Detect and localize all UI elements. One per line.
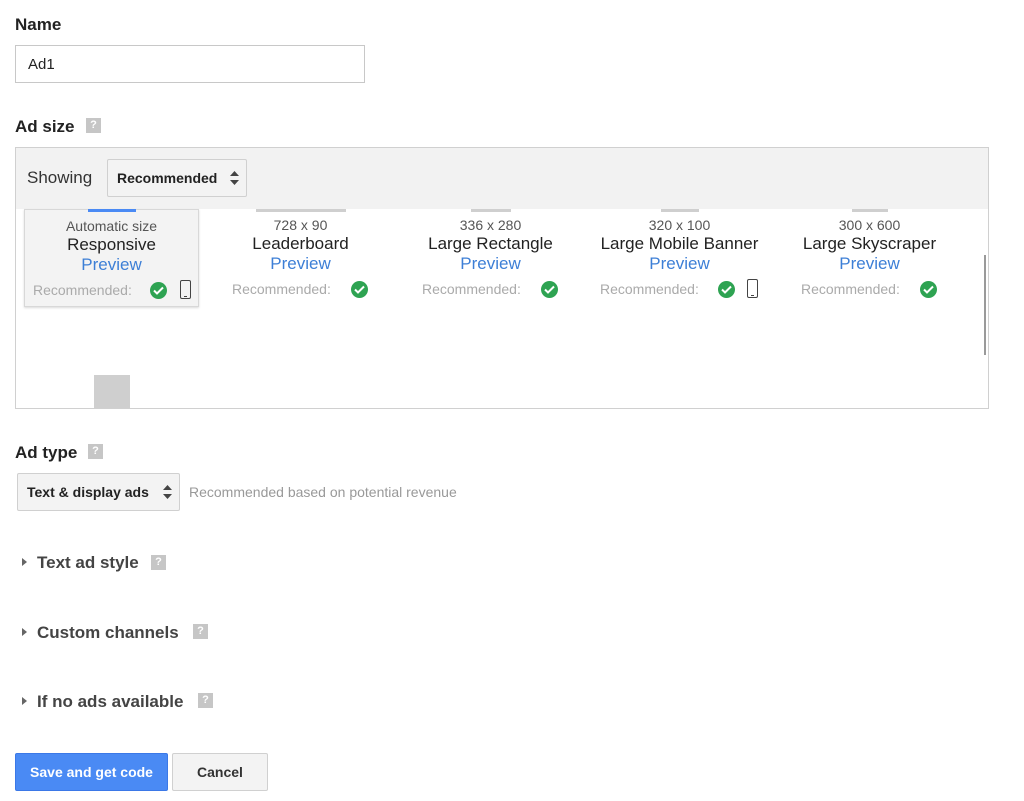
tile-recommended-row: Recommended: — [403, 279, 578, 301]
tile-name: Responsive — [67, 235, 156, 254]
tile-name: Leaderboard — [252, 234, 349, 253]
tile-dims: 320 x 100 — [648, 217, 711, 233]
tile-dims: Automatic size — [65, 218, 158, 234]
text-ad-style-toggle[interactable]: Text ad style — [22, 553, 139, 573]
recommended-label: Recommended: — [232, 281, 331, 297]
size-tile-responsive[interactable]: Automatic size Responsive Preview Recomm… — [24, 209, 199, 307]
text-ad-style-label: Text ad style — [37, 553, 139, 572]
cancel-button[interactable]: Cancel — [172, 753, 268, 791]
tile-dims: 336 x 280 — [459, 217, 522, 233]
check-icon — [541, 281, 558, 298]
tile-preview-link[interactable]: Preview — [25, 255, 198, 275]
size-tile-large-mobile-banner[interactable]: 320 x 100 Large Mobile Banner Preview Re… — [592, 209, 767, 307]
tile-recommended-row: Recommended: — [213, 279, 388, 301]
recommended-label: Recommended: — [801, 281, 900, 297]
ad-size-panel: Showing Recommended Automatic size Respo… — [15, 147, 989, 409]
select-arrows-icon — [163, 485, 172, 499]
showing-select-value: Recommended — [117, 170, 218, 186]
check-icon — [920, 281, 937, 298]
save-and-get-code-button[interactable]: Save and get code — [15, 753, 168, 791]
tile-indicator — [470, 209, 511, 212]
ad-size-help-icon[interactable]: ? — [86, 118, 101, 133]
recommended-label: Recommended: — [422, 281, 521, 297]
size-tile-large-skyscraper[interactable]: 300 x 600 Large Skyscraper Preview Recom… — [782, 209, 957, 307]
tile-indicator — [87, 209, 136, 212]
text-ad-style-help-icon[interactable]: ? — [151, 555, 166, 570]
ad-type-help-icon[interactable]: ? — [88, 444, 103, 459]
tiles-scrollbar[interactable] — [984, 255, 986, 355]
name-label: Name — [15, 15, 62, 34]
size-preview-placeholder — [94, 375, 130, 408]
check-icon — [718, 281, 735, 298]
if-no-ads-toggle[interactable]: If no ads available — [22, 692, 183, 712]
if-no-ads-label: If no ads available — [37, 692, 184, 711]
tile-recommended-row: Recommended: — [25, 280, 198, 302]
ad-type-select-value: Text & display ads — [27, 484, 149, 500]
recommended-label: Recommended: — [600, 281, 699, 297]
tile-dims: 300 x 600 — [838, 217, 901, 233]
ad-size-label: Ad size — [15, 117, 75, 136]
tile-name: Large Rectangle — [428, 234, 553, 253]
if-no-ads-help-icon[interactable]: ? — [198, 693, 213, 708]
showing-select[interactable]: Recommended — [107, 159, 247, 197]
showing-label: Showing — [27, 168, 93, 187]
tile-name: Large Mobile Banner — [600, 234, 759, 253]
name-input[interactable] — [15, 45, 365, 83]
custom-channels-label: Custom channels — [37, 623, 179, 642]
select-arrows-icon — [230, 171, 239, 185]
tile-recommended-row: Recommended: — [592, 279, 767, 301]
mobile-icon — [180, 280, 191, 299]
tile-name: Large Skyscraper — [802, 234, 937, 253]
recommended-label: Recommended: — [33, 282, 132, 298]
tile-indicator — [851, 209, 888, 212]
expand-arrow-icon — [22, 696, 27, 705]
ad-size-header: Showing Recommended — [16, 148, 988, 209]
expand-arrow-icon — [22, 557, 27, 566]
tile-recommended-row: Recommended: — [782, 279, 957, 301]
custom-channels-toggle[interactable]: Custom channels — [22, 623, 179, 643]
tile-indicator — [255, 209, 346, 212]
size-tile-leaderboard[interactable]: 728 x 90 Leaderboard Preview Recommended… — [213, 209, 388, 307]
expand-arrow-icon — [22, 627, 27, 636]
ad-type-label: Ad type — [15, 443, 78, 462]
mobile-icon — [747, 279, 758, 298]
tile-preview-link[interactable]: Preview — [782, 254, 957, 274]
tile-preview-link[interactable]: Preview — [213, 254, 388, 274]
check-icon — [150, 282, 167, 299]
ad-type-hint: Recommended based on potential revenue — [189, 484, 457, 500]
tile-indicator — [660, 209, 699, 212]
tile-preview-link[interactable]: Preview — [592, 254, 767, 274]
check-icon — [351, 281, 368, 298]
size-tile-large-rectangle[interactable]: 336 x 280 Large Rectangle Preview Recomm… — [403, 209, 578, 307]
tile-preview-link[interactable]: Preview — [403, 254, 578, 274]
custom-channels-help-icon[interactable]: ? — [193, 624, 208, 639]
ad-type-select[interactable]: Text & display ads — [17, 473, 180, 511]
tile-dims: 728 x 90 — [273, 217, 328, 233]
